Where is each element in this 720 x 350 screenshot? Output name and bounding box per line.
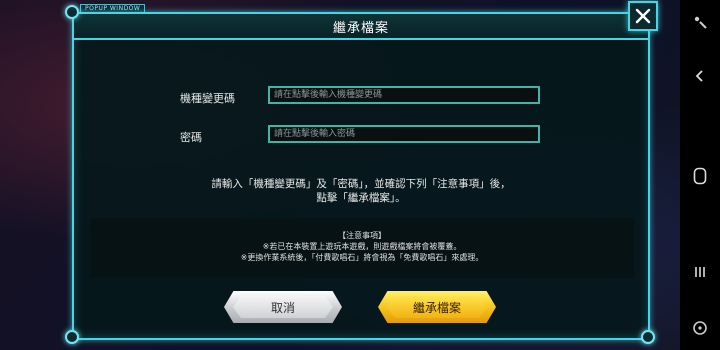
- system-nav-bar: [680, 0, 720, 350]
- home-icon[interactable]: [680, 164, 720, 188]
- device-code-label: 機種變更碼: [180, 92, 235, 105]
- notice-line-1: ※若已在本裝置上遊玩本遊戲，則遊戲檔案將會被覆蓋。: [262, 242, 462, 251]
- close-button[interactable]: [628, 1, 658, 31]
- notice-box: 【注意事項】 ※若已在本裝置上遊玩本遊戲，則遊戲檔案將會被覆蓋。 ※更換作業系統…: [90, 218, 634, 278]
- password-input[interactable]: [268, 125, 540, 143]
- device-code-input[interactable]: [268, 86, 540, 104]
- instruction-line-2: 點擊「繼承檔案」。: [316, 192, 406, 204]
- close-icon: [635, 8, 651, 24]
- password-label: 密碼: [180, 131, 202, 144]
- dialog-title-bar: 繼承檔案: [74, 14, 648, 40]
- menu-icon[interactable]: [680, 10, 720, 34]
- gamepad-icon[interactable]: [680, 316, 720, 340]
- cancel-button[interactable]: 取消: [224, 291, 342, 323]
- notice-line-2: ※更換作業系統後，「付費歌唱石」將會視為「免費歌唱石」來處理。: [240, 253, 484, 262]
- back-icon[interactable]: [680, 64, 720, 88]
- instruction-line-1: 請輸入「機種變更碼」及「密碼」，並確認下列「注意事項」後，: [211, 178, 511, 190]
- inherit-file-button-label: 繼承檔案: [412, 300, 461, 315]
- frame-corner-ornament: [641, 330, 655, 344]
- cancel-button-label: 取消: [270, 300, 295, 315]
- frame-corner-ornament: [65, 5, 79, 19]
- inherit-file-button[interactable]: 繼承檔案: [378, 291, 496, 323]
- dialog-title: 繼承檔案: [332, 20, 389, 36]
- recents-icon[interactable]: [680, 260, 720, 284]
- frame-corner-ornament: [65, 330, 79, 344]
- notice-heading: 【注意事項】: [338, 231, 386, 240]
- inherit-file-dialog: 繼承檔案 機種變更碼 密碼 請輸入「機種變更碼」及「密碼」，並確認下列「注意事項…: [72, 12, 650, 340]
